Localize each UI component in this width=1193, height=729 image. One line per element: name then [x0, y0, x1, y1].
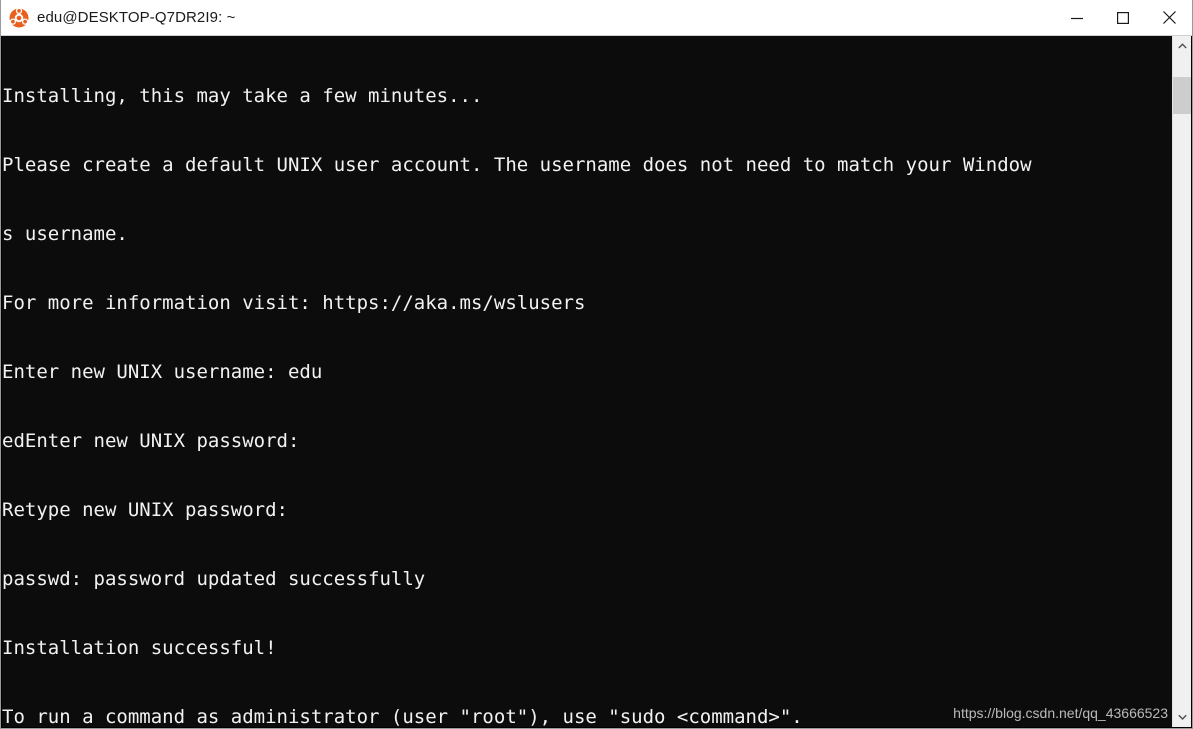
- console-line: s username.: [2, 223, 128, 245]
- terminal-window: edu@DESKTOP-Q7DR2I9: ~ Installing, this …: [0, 0, 1193, 729]
- scrollbar-thumb[interactable]: [1173, 77, 1191, 114]
- console-line: Enter new UNIX username: edu: [2, 361, 323, 383]
- ubuntu-icon: [9, 7, 29, 28]
- minimize-button[interactable]: [1054, 0, 1100, 35]
- close-button[interactable]: [1146, 0, 1192, 35]
- window-title: edu@DESKTOP-Q7DR2I9: ~: [37, 8, 236, 26]
- console-line: edEnter new UNIX password:: [2, 430, 300, 452]
- terminal-output-area[interactable]: Installing, this may take a few minutes.…: [2, 36, 1174, 727]
- console-line: Installing, this may take a few minutes.…: [2, 85, 483, 107]
- console-line: Please create a default UNIX user accoun…: [2, 154, 1032, 176]
- console-line: For more information visit: https://aka.…: [2, 292, 586, 314]
- watermark-text: https://blog.csdn.net/qq_43666523: [953, 705, 1168, 721]
- chevron-up-icon[interactable]: [1173, 36, 1191, 56]
- title-bar[interactable]: edu@DESKTOP-Q7DR2I9: ~: [1, 0, 1192, 36]
- console-line: passwd: password updated successfully: [2, 568, 426, 590]
- console-line: Retype new UNIX password:: [2, 499, 288, 521]
- scrollbar-track[interactable]: [1173, 56, 1191, 707]
- vertical-scrollbar[interactable]: [1172, 36, 1191, 727]
- console-text: Installing, this may take a few minutes.…: [2, 39, 1174, 727]
- chevron-down-icon[interactable]: [1173, 707, 1191, 727]
- maximize-button[interactable]: [1100, 0, 1146, 35]
- console-line: Installation successful!: [2, 637, 277, 659]
